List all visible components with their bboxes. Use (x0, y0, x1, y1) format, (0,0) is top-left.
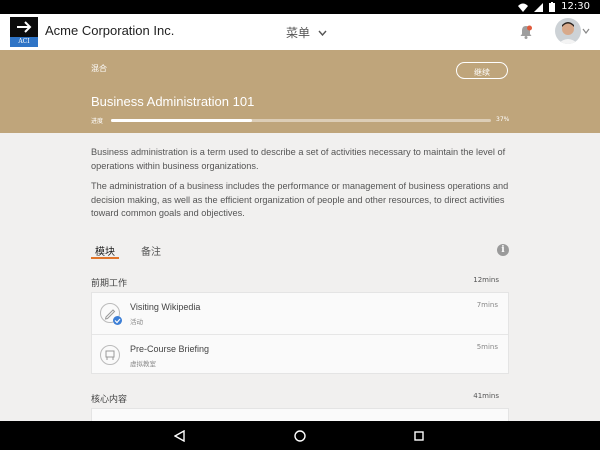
avatar-chevron-icon[interactable] (582, 28, 590, 34)
item-type: 活动 (130, 318, 143, 326)
item-duration: 5mins (476, 343, 498, 351)
company-logo[interactable]: ACI (10, 17, 38, 47)
status-bar: 12:30 (0, 0, 600, 14)
section-title: 核心内容 (91, 395, 128, 405)
list-item[interactable]: Pre-Course Briefing 虚拟教室 5mins (92, 334, 508, 374)
progress-fill (111, 119, 252, 122)
item-title: Pre-Course Briefing (130, 344, 210, 354)
recents-icon[interactable] (414, 431, 424, 441)
item-type: 虚拟教室 (130, 360, 156, 368)
app-bar: ACI Acme Corporation Inc. 菜单 (0, 14, 600, 50)
description-paragraph-2: The administration of a business include… (91, 181, 509, 218)
pencil-check-icon (100, 303, 122, 325)
content-tabs: 模块 备注 (91, 243, 165, 259)
arrow-right-icon (17, 21, 32, 33)
item-duration: 7mins (476, 301, 498, 309)
status-time: 12:30 (561, 1, 590, 12)
module-list: Visiting Wikipedia 活动 7mins Pre-Course B… (91, 292, 509, 374)
continue-button[interactable]: 继续 (456, 62, 508, 79)
battery-icon (549, 2, 556, 12)
section-duration: 41mins (473, 392, 499, 400)
section-duration: 12mins (473, 276, 499, 284)
course-title: Business Administration 101 (91, 94, 255, 109)
course-hero: 混合 继续 Business Administration 101 进度 37% (0, 50, 600, 133)
wifi-icon (518, 3, 529, 12)
info-icon[interactable]: i (497, 244, 509, 256)
chevron-down-icon (318, 30, 327, 36)
delivery-mode: 混合 (91, 64, 107, 73)
logo-text: ACI (10, 37, 38, 47)
classroom-icon (100, 345, 120, 365)
signal-icon (534, 2, 544, 12)
description-paragraph-1: Business administration is a term used t… (91, 147, 506, 171)
section-header: 核心内容 41mins (91, 392, 509, 405)
list-item[interactable]: Visiting Wikipedia 活动 7mins (92, 293, 508, 332)
company-name: Acme Corporation Inc. (45, 23, 175, 38)
progress-bar (111, 119, 491, 122)
menu-dropdown[interactable]: 菜单 (286, 24, 327, 41)
section-header: 前期工作 12mins (91, 276, 509, 289)
progress-label: 进度 (91, 118, 104, 125)
tab-modules[interactable]: 模块 (91, 243, 119, 259)
notification-bell-icon[interactable] (518, 24, 534, 40)
system-nav-bar (0, 421, 600, 450)
home-icon[interactable] (294, 430, 306, 442)
section-title: 前期工作 (91, 279, 128, 289)
user-avatar[interactable] (555, 18, 581, 44)
tab-notes[interactable]: 备注 (137, 243, 165, 259)
module-list (91, 408, 509, 422)
progress-percent: 37% (496, 116, 510, 123)
item-title: Visiting Wikipedia (130, 302, 201, 312)
menu-label: 菜单 (286, 26, 311, 40)
back-icon[interactable] (174, 430, 185, 442)
status-icons: 12:30 (518, 1, 590, 13)
